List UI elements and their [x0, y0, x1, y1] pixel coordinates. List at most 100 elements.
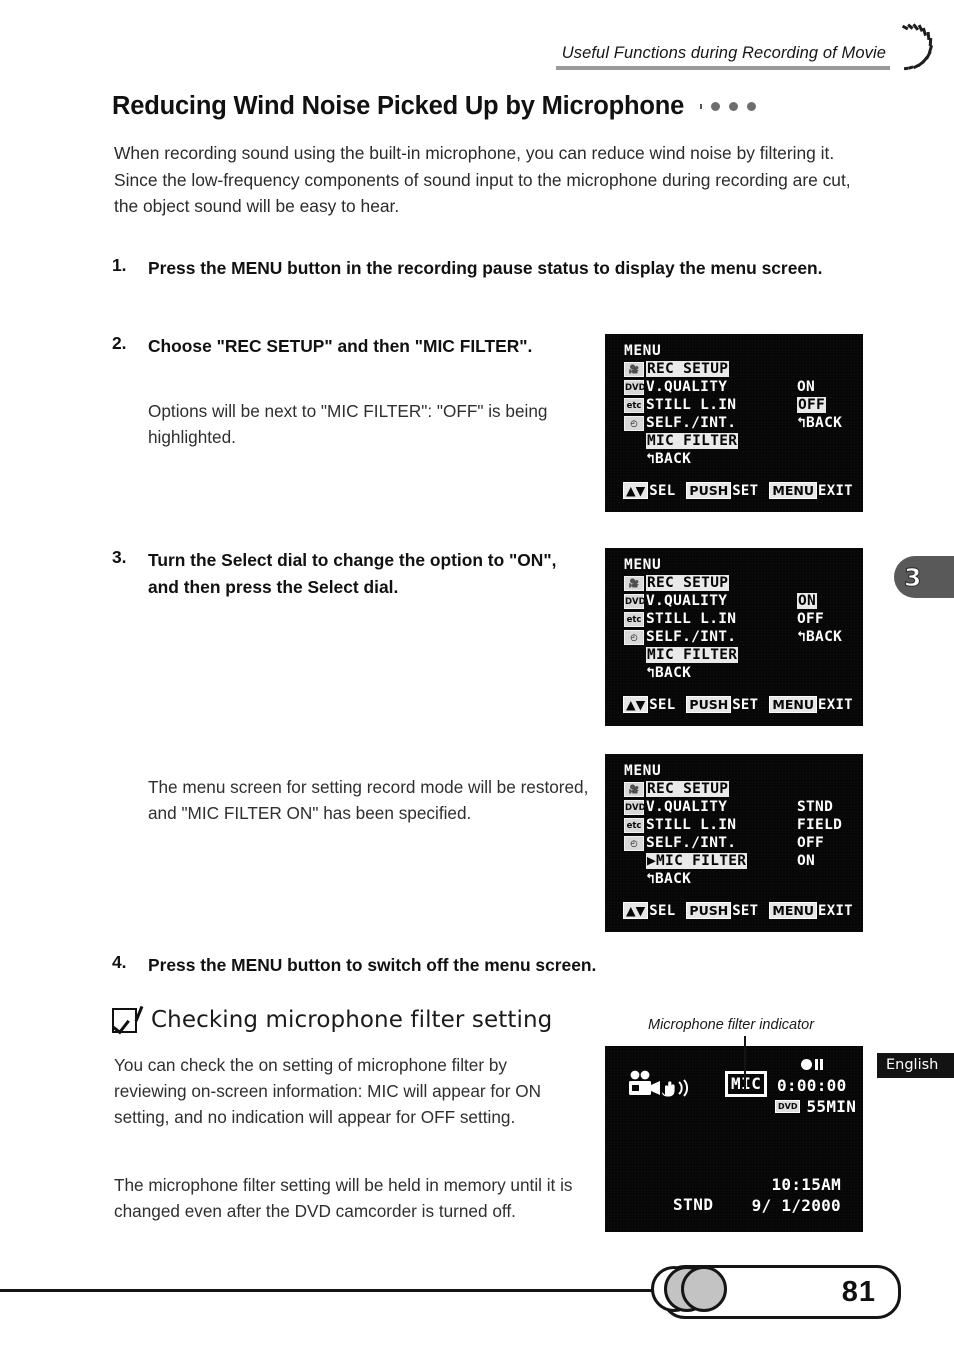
menu-item-label: ↰BACK [646, 451, 692, 467]
menu-item-value: STND [797, 799, 834, 815]
check-paragraph-1: You can check the on setting of micropho… [114, 1055, 541, 1128]
menu-item-label: REC SETUP [646, 575, 730, 591]
key-hint-label: SET [732, 482, 759, 499]
icon-spacer [624, 854, 644, 869]
etc-icon: etc [624, 397, 644, 413]
lcd3-menu-row[interactable]: etc STILL L.IN FIELD [624, 816, 842, 834]
lcd1-menu-row[interactable]: DVD V.QUALITY ON [624, 378, 815, 396]
key-cap-icon: PUSH [686, 902, 732, 919]
menu-item-value: ON [797, 853, 816, 869]
step-2-number: 2. [112, 333, 127, 353]
step-4: 4. Press the MENU button to switch off t… [112, 952, 872, 979]
etc-icon: etc [624, 611, 644, 627]
step-2-text: Choose "REC SETUP" and then "MIC FILTER"… [148, 336, 533, 356]
lcd-key-hint[interactable]: PUSH SET [686, 482, 758, 499]
lcd-key-hint[interactable]: MENU EXIT [769, 902, 853, 919]
lcd-key-hint[interactable]: MENU EXIT [769, 696, 853, 713]
lcd2-menu-row[interactable]: ◴ SELF./INT. ↰BACK [624, 628, 842, 646]
key-cap-icon: MENU [769, 696, 817, 713]
menu-item-label: ▶MIC FILTER [646, 853, 748, 869]
pause-bars-icon [815, 1059, 823, 1070]
movie-camera-icon [629, 1070, 688, 1097]
key-hint-label: SET [732, 696, 759, 713]
remaining-time: 55MIN [806, 1097, 857, 1116]
lcd2-menu-row[interactable]: DVD V.QUALITY ON [624, 592, 818, 610]
step-1-text: Press the MENU button in the recording p… [148, 258, 823, 278]
camera-icon: 🎥 [624, 781, 644, 797]
step-2-note: Options will be next to "MIC FILTER": "O… [148, 401, 548, 447]
icon-spacer [624, 452, 644, 467]
title-dots-decoration [700, 102, 757, 111]
dvd-icon: DVD [624, 593, 646, 609]
lcd-key-hint[interactable]: ▲▼ SEL [623, 696, 675, 713]
menu-item-label: SELF./INT. [646, 415, 737, 431]
lcd1-menu-row[interactable]: etc STILL L.IN OFF [624, 396, 827, 414]
menu-item-label: STILL L.IN [646, 817, 737, 833]
step-3-note: The menu screen for setting record mode … [148, 777, 589, 823]
lcd3-menu-row[interactable]: ↰BACK [624, 870, 747, 888]
footer-rule [0, 1289, 712, 1292]
menu-item-label: SELF./INT. [646, 835, 737, 851]
lcd-key-hint[interactable]: PUSH SET [686, 902, 758, 919]
quality-mode-indicator: STND [673, 1195, 714, 1214]
lcd1-menu-row[interactable]: 🎥 REC SETUP [624, 360, 738, 378]
key-cap-icon: ▲▼ [623, 482, 649, 499]
title-tick [700, 104, 703, 109]
key-hint-label: EXIT [817, 696, 853, 713]
menu-item-label: REC SETUP [646, 781, 730, 797]
key-cap-icon: MENU [769, 482, 817, 499]
callout-label: Microphone filter indicator [648, 1017, 815, 1033]
title-dot-2 [729, 102, 739, 111]
icon-spacer [624, 872, 644, 887]
lcd3-menu-row[interactable]: DVD V.QUALITY STND [624, 798, 833, 816]
step-2: 2. Choose "REC SETUP" and then "MIC FILT… [112, 333, 564, 360]
clock-icon: ◴ [624, 629, 644, 645]
icon-spacer [624, 434, 644, 449]
lcd-screen-3: MENU 🎥 REC SETUP DVD V.QUALITY STND etc STILL … [605, 754, 863, 932]
lcd-key-hint[interactable]: ▲▼ SEL [623, 482, 675, 499]
check-section-heading: Checking microphone filter setting [112, 1007, 552, 1033]
menu-item-label: REC SETUP [646, 361, 730, 377]
lcd1-menu-row[interactable]: ↰BACK [624, 450, 738, 468]
lcd3-menu-row[interactable]: ◴ SELF./INT. OFF [624, 834, 824, 852]
page-number: 81 [841, 1276, 876, 1308]
check-section-heading-text: Checking microphone filter setting [151, 1007, 553, 1033]
menu-item-value: OFF [797, 611, 825, 627]
lcd1-menu-row[interactable]: MIC FILTER [624, 432, 739, 450]
lcd3-menu-row[interactable]: ▶MIC FILTER ON [624, 852, 815, 870]
menu-item-label: SELF./INT. [646, 629, 737, 645]
title-dot-3 [747, 102, 757, 111]
step-3-number: 3. [112, 547, 127, 567]
key-cap-icon: ▲▼ [623, 696, 649, 713]
lcd-key-hint[interactable]: MENU EXIT [769, 482, 853, 499]
lcd2-menu-row[interactable]: MIC FILTER [624, 646, 739, 664]
clock-icon: ◴ [624, 415, 644, 431]
key-cap-icon: MENU [769, 902, 817, 919]
lcd3-menu-rows: 🎥 REC SETUP DVD V.QUALITY STND etc STILL L.IN F… [624, 780, 842, 888]
key-hint-label: EXIT [817, 482, 853, 499]
lcd2-menu-row[interactable]: etc STILL L.IN OFF [624, 610, 824, 628]
key-cap-icon: PUSH [686, 696, 732, 713]
menu-item-label: MIC FILTER [646, 433, 739, 449]
menu-item-value: OFF [797, 397, 827, 413]
check-paragraph-2: The microphone filter setting will be he… [114, 1175, 573, 1222]
key-hint-label: SEL [649, 482, 676, 499]
step-3-text: Turn the Select dial to change the optio… [148, 550, 557, 597]
callout-leader-line [744, 1036, 746, 1090]
running-head-text: Useful Functions during Recording of Mov… [555, 44, 890, 70]
lcd2-menu-row[interactable]: 🎥 REC SETUP [624, 574, 738, 592]
lcd2-menu-row[interactable]: ↰BACK [624, 664, 738, 682]
running-head: Useful Functions during Recording of Mov… [0, 44, 890, 70]
lcd3-menu-title: MENU [624, 763, 662, 779]
step-4-number: 4. [112, 952, 127, 972]
lcd3-menu-row[interactable]: 🎥 REC SETUP [624, 780, 747, 798]
menu-item-label: ↰BACK [646, 871, 692, 887]
menu-item-value: ON [797, 379, 816, 395]
lcd-key-hint[interactable]: ▲▼ SEL [623, 902, 675, 919]
swirl-arc-icon [901, 23, 934, 71]
menu-item-value: ↰BACK [797, 415, 843, 431]
lcd1-menu-row[interactable]: ◴ SELF./INT. ↰BACK [624, 414, 842, 432]
step-4-text: Press the MENU button to switch off the … [148, 955, 597, 975]
lcd-key-hint[interactable]: PUSH SET [686, 696, 758, 713]
camera-icon: 🎥 [624, 361, 644, 377]
